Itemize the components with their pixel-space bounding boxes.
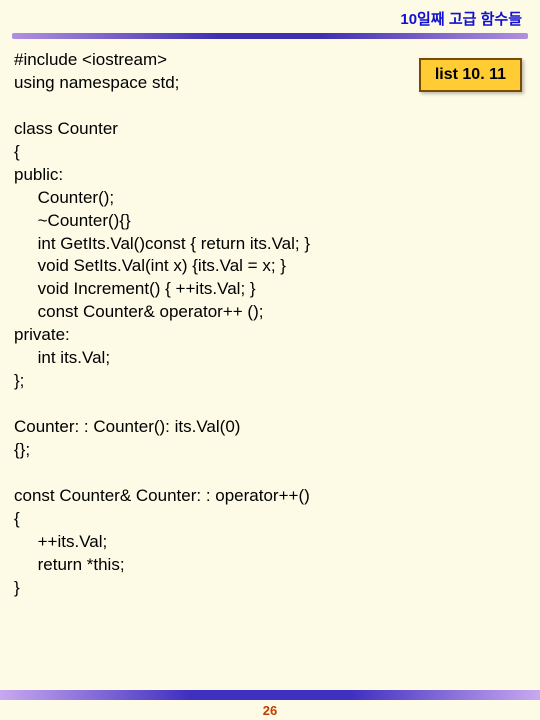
footer-divider: [0, 690, 540, 700]
main-content: #include <iostream> using namespace std;…: [0, 43, 540, 600]
header-divider: [12, 33, 528, 39]
page-number: 26: [0, 703, 540, 718]
slide-chapter-title: 10일째 고급 함수들: [0, 0, 540, 33]
code-listing: #include <iostream> using namespace std;…: [14, 49, 526, 600]
